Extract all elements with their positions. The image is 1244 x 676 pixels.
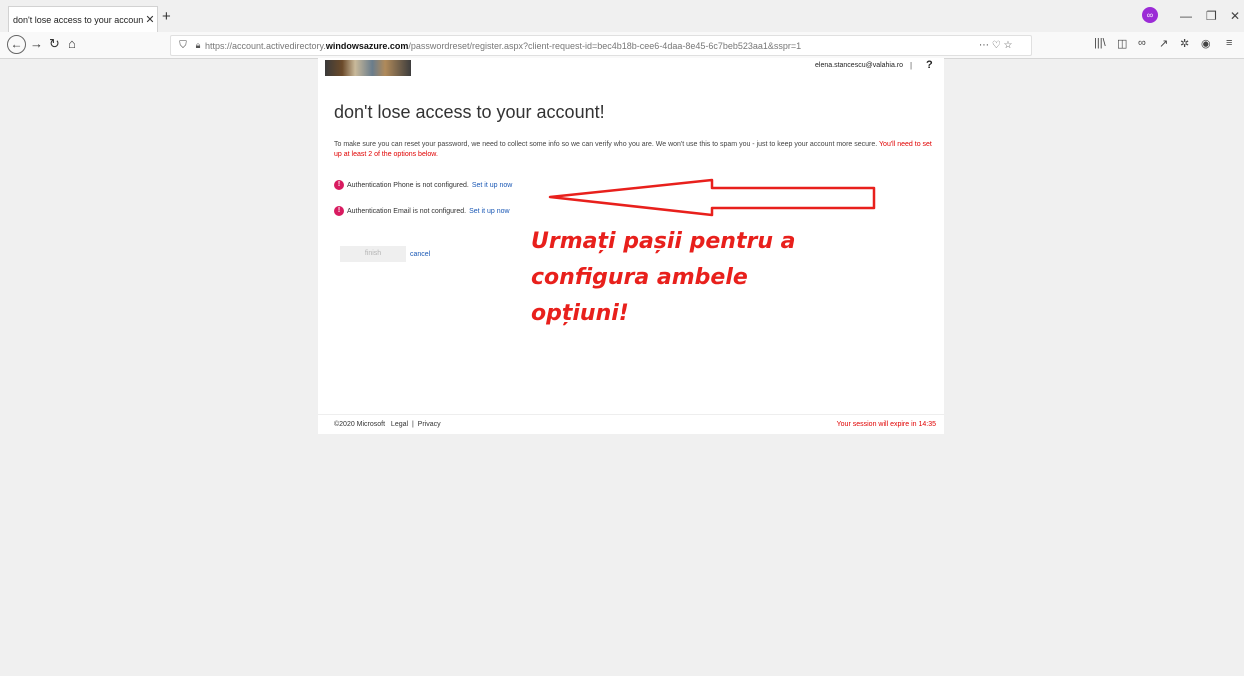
tracking-shield-icon[interactable]: ⛉ [175, 40, 191, 51]
library-icon[interactable]: |||\ [1094, 37, 1106, 49]
user-email: elena.stancescu@valahia.ro [815, 62, 904, 69]
address-bar[interactable]: ⛉ 🔒︎ https://account.activedirectory.win… [170, 35, 1032, 56]
copyright-text: ©2020 Microsoft [334, 421, 386, 428]
lock-icon[interactable]: 🔒︎ [191, 40, 205, 51]
annotation-text: Urmați pașii pentru a configura ambele o… [531, 224, 861, 332]
tab-title: don't lose access to your account! [13, 14, 143, 25]
url-path: /passwordreset/register.aspx?client-requ… [408, 40, 802, 51]
minimize-icon[interactable]: — [1180, 9, 1192, 23]
finish-button[interactable]: finish [340, 246, 406, 262]
password-reset-registration-page: elena.stancescu@valahia.ro | ? don't los… [318, 58, 944, 434]
extension-badge-icon[interactable]: ∞ [1142, 7, 1158, 23]
header-separator: | [910, 61, 913, 70]
phone-option-label: Authentication Phone is not configured. [347, 181, 469, 189]
extension-icon[interactable]: ∞ [1138, 37, 1146, 49]
phone-setup-link[interactable]: Set it up now [472, 182, 512, 189]
navigation-toolbar: ← → ↻ ⌂ ⛉ 🔒︎ https://account.activedirec… [0, 32, 1244, 59]
home-icon[interactable]: ⌂ [68, 36, 76, 51]
privacy-link[interactable]: Privacy [418, 421, 441, 428]
intro-description: To make sure you can reset your password… [334, 141, 878, 148]
url-text[interactable]: https://account.activedirectory.windowsa… [205, 41, 979, 51]
url-domain: windowsazure.com [325, 40, 409, 51]
email-option-label: Authentication Email is not configured. [347, 207, 467, 215]
footer-links: ©2020 Microsoft Legal | Privacy [334, 421, 441, 428]
email-option: ! Authentication Email is not configured… [334, 206, 510, 216]
account-icon[interactable]: ◉ [1201, 37, 1211, 50]
legal-link[interactable]: Legal [391, 421, 408, 428]
phone-option: ! Authentication Phone is not configured… [334, 180, 512, 190]
annotation-line-2: configura ambele [531, 265, 748, 290]
tab-strip: don't lose access to your account! ✕ + ∞… [0, 0, 1244, 32]
url-prefix: https://account.activedirectory. [205, 40, 326, 51]
back-icon[interactable]: ← [7, 35, 26, 54]
browser-tab[interactable]: don't lose access to your account! ✕ [8, 6, 158, 32]
sidebar-icon[interactable]: ◫ [1117, 37, 1127, 50]
cancel-link[interactable]: cancel [410, 251, 430, 258]
forward-icon[interactable]: → [30, 36, 43, 51]
help-icon[interactable]: ? [926, 59, 933, 71]
new-tab-icon[interactable]: + [162, 8, 171, 25]
menu-icon[interactable]: ≡ [1226, 37, 1232, 49]
window-close-icon[interactable]: ✕ [1230, 9, 1240, 23]
email-setup-link[interactable]: Set it up now [469, 208, 509, 215]
settings-icon[interactable]: ✲ [1180, 37, 1189, 50]
restore-icon[interactable]: ❐ [1206, 9, 1217, 23]
page-header: elena.stancescu@valahia.ro | ? [318, 58, 944, 76]
close-tab-icon[interactable]: ✕ [143, 13, 157, 26]
warning-icon: ! [334, 180, 344, 190]
footer-separator: | [411, 421, 414, 428]
reload-icon[interactable]: ↻ [49, 36, 60, 52]
annotation-line-1: Urmați pașii pentru a [531, 229, 796, 254]
page-actions-icons[interactable]: ⋯ ♡ ☆ [979, 40, 1031, 51]
annotation-line-3: opțiuni! [531, 301, 629, 326]
intro-text: To make sure you can reset your password… [334, 140, 934, 160]
organization-logo [325, 60, 411, 76]
expand-icon[interactable]: ↗ [1159, 37, 1168, 50]
session-expiry-text: Your session will expire in 14:35 [836, 421, 936, 428]
warning-icon: ! [334, 206, 344, 216]
page-footer: ©2020 Microsoft Legal | Privacy Your ses… [318, 414, 944, 435]
page-title: don't lose access to your account! [334, 102, 605, 122]
